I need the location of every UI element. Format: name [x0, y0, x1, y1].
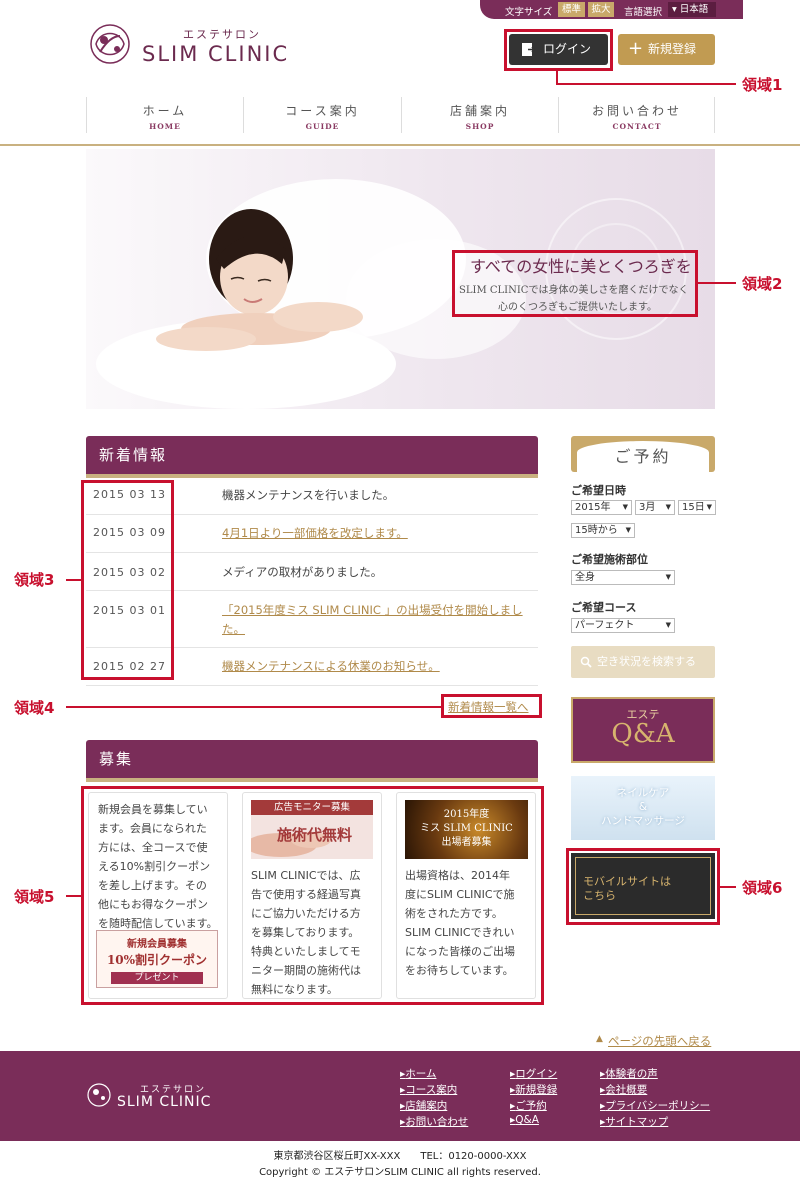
footer-link-shop[interactable]: ▸店舗案内	[400, 1098, 447, 1113]
annotation-line-1-v	[556, 71, 558, 84]
month-select[interactable]: 3月 ▼	[635, 500, 675, 515]
footer-link-voice[interactable]: ▸体験者の声	[600, 1066, 658, 1081]
font-size-label: 文字サイズ	[505, 7, 553, 18]
pagetop-arrow-icon: ▲	[596, 1034, 603, 1044]
recruit-header: 募集	[86, 740, 538, 778]
font-standard-button[interactable]: 標準	[558, 2, 585, 17]
language-select[interactable]: ▾ 日本語	[668, 2, 716, 17]
footer-link-home: ▸ホーム	[400, 1068, 437, 1080]
register-label: 新規登録	[648, 42, 697, 56]
year-select[interactable]: 2015年 ▼	[571, 500, 632, 515]
news-header: 新着情報	[86, 436, 538, 474]
nav-guide[interactable]: コース案内 GUIDE	[244, 97, 401, 135]
register-button[interactable]: + 新規登録	[618, 34, 715, 65]
footer-link-qa[interactable]: ▸Q&A	[510, 1114, 539, 1126]
footer-link-guide[interactable]: ▸コース案内	[400, 1082, 457, 1097]
annotation-label-5: 領域5	[14, 888, 55, 906]
search-availability-button[interactable]: 空き状況を検索する	[571, 646, 715, 678]
footer-logo-emblem-icon[interactable]	[86, 1082, 112, 1108]
footer-link-sitemap[interactable]: ▸サイトマップ	[600, 1114, 668, 1129]
annotation-label-3: 領域3	[14, 571, 55, 589]
annotation-line-2	[698, 282, 736, 284]
footer-copyright: Copyright © エステサロンSLIM CLINIC all rights…	[259, 1167, 541, 1178]
plus-icon: +	[628, 38, 644, 59]
nav-contact[interactable]: お問い合わせ CONTACT	[559, 97, 715, 135]
annotation-line-4	[66, 706, 441, 708]
annotation-box-2	[452, 250, 698, 317]
footer-logo-title[interactable]: SLIM CLINIC	[117, 1094, 211, 1110]
search-availability-label: 空き状況を検索する	[597, 655, 696, 668]
annotation-line-1	[556, 83, 736, 85]
annotation-label-6: 領域6	[742, 879, 783, 897]
news-link[interactable]: 機器メンテナンスによる休業のお知らせ。	[222, 657, 440, 676]
reserve-course-label: ご希望コース	[571, 601, 637, 614]
footer-link-register[interactable]: ▸新規登録	[510, 1082, 557, 1097]
nav-home[interactable]: ホーム HOME	[87, 97, 243, 135]
course-select[interactable]: パーフェクト ▼	[571, 618, 675, 633]
nav-shop[interactable]: 店舗案内 SHOP	[402, 97, 558, 135]
pagetop-link[interactable]: ページの先頭へ戻る	[608, 1033, 711, 1049]
footer-link-reserve[interactable]: ▸ご予約	[510, 1098, 547, 1113]
footer-link-company[interactable]: ▸会社概要	[600, 1082, 647, 1097]
annotation-box-3	[81, 480, 174, 680]
day-select[interactable]: 15日 ▼	[678, 500, 716, 515]
footer-link-login[interactable]: ▸ログイン	[510, 1066, 557, 1081]
part-select[interactable]: 全身 ▼	[571, 570, 675, 585]
logo-title[interactable]: SLIM CLINIC	[142, 42, 289, 66]
time-select[interactable]: 15時から ▼	[571, 523, 635, 538]
footer-address: 東京都渋谷区桜丘町XX-XXX TEL：0120-0000-XXX	[273, 1151, 527, 1162]
footer-link-privacy[interactable]: ▸プライバシーポリシー	[600, 1098, 710, 1113]
footer-link-contact[interactable]: ▸お問い合わせ	[400, 1114, 468, 1129]
global-nav: ホーム HOME コース案内 GUIDE 店舗案内 SHOP お問い合わせ CONTAC…	[86, 97, 715, 135]
recruit-header-rule	[86, 778, 538, 782]
reserve-part-label: ご希望施術部位	[571, 553, 648, 566]
nail-banner-line-2: &	[638, 801, 648, 813]
news-link[interactable]: 「2015年度ミス SLIM CLINIC 」の出場受付を開始しました。	[222, 601, 532, 639]
nail-banner-line-3: ハンドマッサージ	[601, 815, 685, 827]
nail-banner-line-1: ネイルケア	[616, 787, 670, 799]
language-label: 言語選択	[624, 7, 663, 18]
news-text: 機器メンテナンスを行いました。	[222, 488, 395, 502]
search-icon	[580, 656, 592, 668]
annotation-label-1: 領域1	[742, 76, 783, 94]
news-text: メディアの取材がありました。	[222, 565, 383, 579]
qa-banner-main: Q&A	[611, 719, 675, 749]
logo-subtitle: エステサロン	[183, 28, 261, 41]
news-link[interactable]: 4月1日より一部価格を改定します。	[222, 524, 408, 543]
qa-banner[interactable]: エステ Q&A	[571, 697, 715, 763]
annotation-box-6	[566, 848, 720, 925]
language-value: 日本語	[679, 4, 709, 15]
annotation-label-2: 領域2	[742, 275, 783, 293]
annotation-line-5	[66, 895, 81, 897]
reserve-date-label: ご希望日時	[571, 484, 626, 497]
annotation-box-5	[81, 786, 544, 1005]
font-large-button[interactable]: 拡大	[588, 2, 614, 17]
annotation-label-4: 領域4	[14, 699, 55, 717]
reserve-title: ご予約	[577, 441, 709, 475]
logo-emblem-icon[interactable]	[86, 22, 134, 66]
header-divider	[0, 144, 800, 146]
nail-care-banner[interactable]: ネイルケア & ハンドマッサージ	[571, 776, 715, 840]
annotation-line-3	[66, 579, 81, 581]
annotation-box-1	[504, 29, 613, 71]
annotation-line-6	[720, 886, 736, 888]
annotation-box-4	[441, 694, 542, 718]
